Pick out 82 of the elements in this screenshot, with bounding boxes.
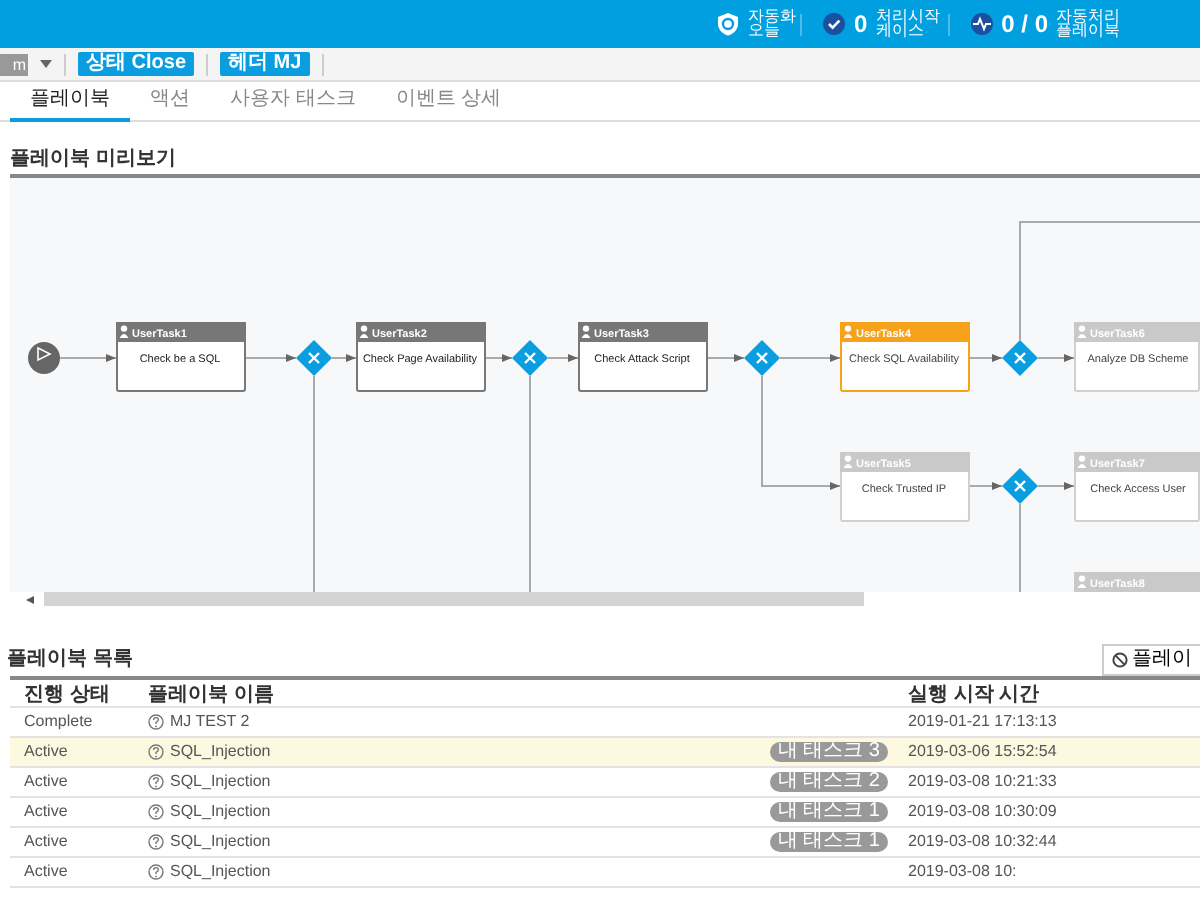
column-header: 플레이북 이름	[148, 682, 274, 710]
table-row[interactable]: Active SQL_Injection 2019-03-08 10:	[10, 858, 1200, 888]
connector-line	[969, 354, 1003, 362]
pulse-icon	[969, 12, 994, 36]
stat-value: 0 / 0	[1001, 8, 1048, 42]
time-cell: 2019-01-21 17:13:13	[908, 710, 1057, 734]
scroll-left-icon[interactable]	[26, 595, 34, 603]
help-icon	[148, 774, 164, 790]
playbook-name: SQL_Injection	[170, 830, 271, 854]
status-cell: Active	[24, 770, 68, 794]
connector-line	[331, 354, 357, 362]
stat-label: 자동처리 플레이북	[1056, 9, 1120, 39]
gateway-icon	[512, 340, 548, 376]
help-icon	[148, 744, 164, 760]
person-icon	[119, 325, 129, 338]
playbook-name: SQL_Injection	[170, 740, 271, 764]
table-row[interactable]: Active SQL_Injection 내 태스크 3 2019-03-06 15:52:54	[10, 738, 1200, 768]
tab[interactable]: 이벤트 상세	[375, 82, 522, 122]
connector-line	[59, 354, 117, 362]
stat-label: 처리시작 케이스	[875, 9, 940, 39]
playbook-name: MJ TEST 2	[170, 710, 250, 734]
connector-line	[1037, 482, 1075, 490]
connector-line	[1019, 503, 1021, 592]
connector-line	[547, 354, 579, 362]
connector-line	[707, 354, 745, 362]
time-cell: 2019-03-08 10:21:33	[908, 770, 1057, 794]
person-icon	[359, 325, 369, 338]
tab[interactable]: 사용자 태스크	[210, 82, 376, 122]
person-icon	[1077, 575, 1087, 588]
table-row[interactable]: Active SQL_Injection 내 태스크 1 2019-03-08 10:30:09	[10, 798, 1200, 828]
person-icon	[843, 325, 853, 338]
gateway-icon	[1002, 468, 1038, 504]
gateway-icon	[296, 340, 332, 376]
table-row[interactable]: Active SQL_Injection 내 태스크 1 2019-03-08 10:32:44	[10, 828, 1200, 858]
help-icon	[148, 834, 164, 850]
column-header: 진행 상태	[24, 682, 110, 710]
ban-icon	[1111, 652, 1127, 668]
section-title: 플레이북 목록	[5, 646, 133, 674]
time-cell: 2019-03-06 15:52:54	[908, 740, 1057, 764]
column-header: 실행 시작 시간	[908, 682, 1040, 710]
task-count-tag: 내 태스크 2	[769, 772, 888, 792]
start-event-icon	[28, 342, 60, 374]
stat-value: 0	[853, 8, 868, 42]
gateway-icon	[1002, 340, 1038, 376]
stat-label: 자동화 오늘	[747, 9, 796, 39]
help-icon	[148, 804, 164, 820]
person-icon	[843, 455, 853, 468]
task-count-tag: 내 태스크 1	[769, 832, 888, 852]
time-cell: 2019-03-08 10:30:09	[908, 800, 1057, 824]
table-row[interactable]: Active SQL_Injection 내 태스크 2 2019-03-08 10:21:33	[10, 768, 1200, 798]
connector-line	[969, 482, 1003, 490]
status-cell: Active	[24, 740, 68, 764]
connector-line	[1037, 354, 1075, 362]
playbook-name: SQL_Injection	[170, 800, 271, 824]
scrollbar-thumb[interactable]	[44, 592, 864, 606]
connector-line	[485, 354, 513, 362]
check-icon	[821, 12, 846, 36]
status-cell: Active	[24, 800, 68, 824]
status-cell: Active	[24, 830, 68, 854]
person-icon	[581, 325, 591, 338]
help-icon	[148, 864, 164, 880]
shield-icon	[715, 12, 740, 36]
connector-line	[761, 375, 841, 490]
time-cell: 2019-03-08 10:	[908, 860, 1017, 884]
connector-line	[245, 354, 297, 362]
tab[interactable]: 플레이북	[10, 82, 130, 122]
tab[interactable]: 액션	[130, 82, 210, 122]
task-count-tag: 내 태스크 1	[769, 802, 888, 822]
playbook-name: SQL_Injection	[170, 860, 271, 884]
task-count-tag: 내 태스크 3	[769, 742, 888, 762]
connector-line	[779, 354, 841, 362]
help-icon	[148, 714, 164, 730]
person-icon	[1077, 325, 1087, 338]
playbook-button[interactable]: 플레이	[1101, 644, 1200, 676]
status-cell: Active	[24, 860, 68, 884]
playbook-name: SQL_Injection	[170, 770, 271, 794]
time-cell: 2019-03-08 10:32:44	[908, 830, 1057, 854]
status-cell: Complete	[24, 710, 93, 734]
section-title: 플레이북 미리보기	[10, 146, 178, 174]
caret-icon[interactable]	[40, 60, 52, 68]
person-icon	[1077, 455, 1087, 468]
gateway-icon	[744, 340, 780, 376]
